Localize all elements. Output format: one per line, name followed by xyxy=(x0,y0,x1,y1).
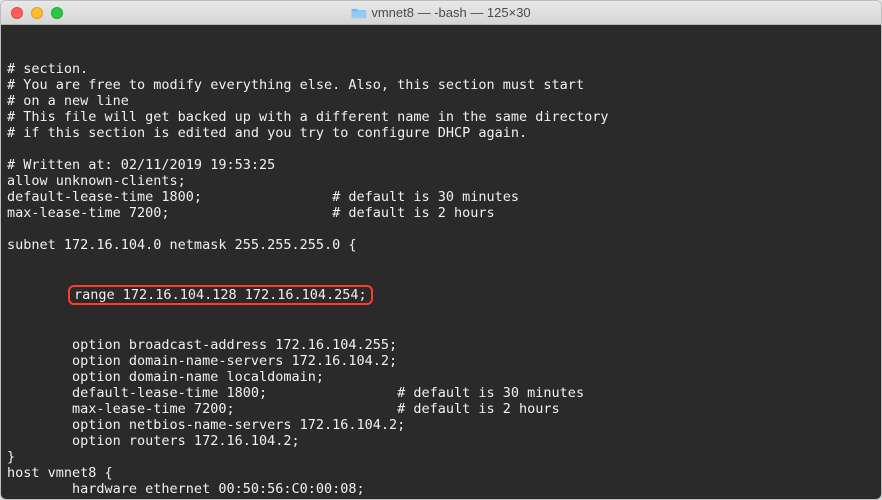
terminal-line: allow unknown-clients; xyxy=(7,173,875,189)
terminal-line: # You are free to modify everything else… xyxy=(7,77,875,93)
terminal-line: option domain-name-servers 172.16.104.2; xyxy=(7,353,875,369)
terminal-body[interactable]: # section.# You are free to modify every… xyxy=(1,25,881,499)
titlebar: vmnet8 — -bash — 125×30 xyxy=(1,1,881,25)
terminal-line: # on a new line xyxy=(7,93,875,109)
terminal-line: fixed-address 172.16.104.1; xyxy=(7,497,875,499)
terminal-line xyxy=(7,221,875,237)
terminal-line: # Written at: 02/11/2019 19:53:25 xyxy=(7,157,875,173)
terminal-line: host vmnet8 { xyxy=(7,465,875,481)
terminal-line: # section. xyxy=(7,61,875,77)
terminal-line: option netbios-name-servers 172.16.104.2… xyxy=(7,417,875,433)
close-button[interactable] xyxy=(11,7,23,19)
terminal-line: subnet 172.16.104.0 netmask 255.255.255.… xyxy=(7,237,875,253)
title-center: vmnet8 — -bash — 125×30 xyxy=(351,5,530,20)
terminal-line: option domain-name localdomain; xyxy=(7,369,875,385)
terminal-line-highlighted-container: range 172.16.104.128 172.16.104.254; xyxy=(7,285,875,305)
terminal-line: hardware ethernet 00:50:56:C0:00:08; xyxy=(7,481,875,497)
indent xyxy=(7,287,72,303)
range-highlight: range 172.16.104.128 172.16.104.254; xyxy=(68,285,373,305)
terminal-line: default-lease-time 1800; # default is 30… xyxy=(7,189,875,205)
terminal-line: default-lease-time 1800; # default is 30… xyxy=(7,385,875,401)
terminal-line: # if this section is edited and you try … xyxy=(7,125,875,141)
window-title: vmnet8 — -bash — 125×30 xyxy=(371,5,530,20)
folder-icon xyxy=(351,7,366,19)
minimize-button[interactable] xyxy=(31,7,43,19)
traffic-lights xyxy=(1,7,63,19)
terminal-line: # This file will get backed up with a di… xyxy=(7,109,875,125)
terminal-line: option routers 172.16.104.2; xyxy=(7,433,875,449)
terminal-line: max-lease-time 7200; # default is 2 hour… xyxy=(7,205,875,221)
maximize-button[interactable] xyxy=(51,7,63,19)
terminal-line: } xyxy=(7,449,875,465)
terminal-line: max-lease-time 7200; # default is 2 hour… xyxy=(7,401,875,417)
terminal-window: vmnet8 — -bash — 125×30 # section.# You … xyxy=(0,0,882,500)
terminal-line xyxy=(7,141,875,157)
terminal-line: option broadcast-address 172.16.104.255; xyxy=(7,337,875,353)
